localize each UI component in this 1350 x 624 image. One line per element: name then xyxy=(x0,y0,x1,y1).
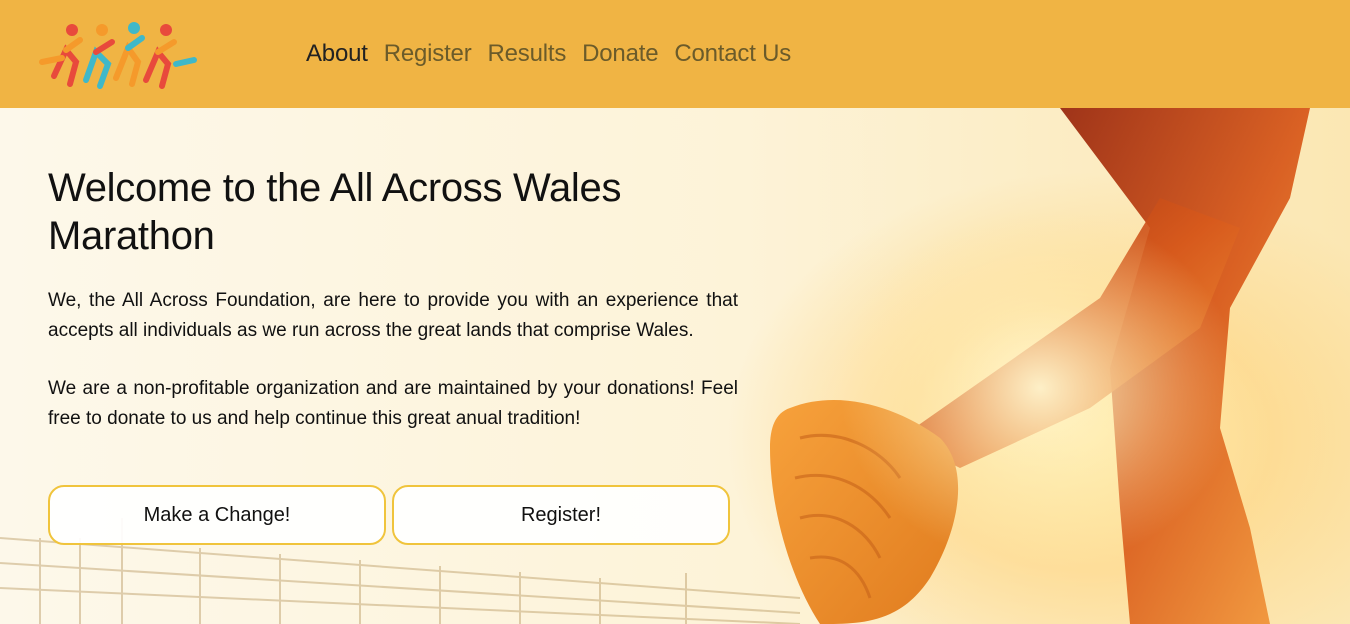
site-header: About Register Results Donate Contact Us xyxy=(0,0,1350,108)
hero-content: Welcome to the All Across Wales Marathon… xyxy=(48,164,738,434)
nav-donate[interactable]: Donate xyxy=(582,38,658,70)
register-button[interactable]: Register! xyxy=(392,485,730,545)
page-title: Welcome to the All Across Wales Marathon xyxy=(48,166,622,258)
nav-contact-us[interactable]: Contact Us xyxy=(674,38,791,70)
runners-logo-icon[interactable] xyxy=(36,14,198,94)
main-nav: About Register Results Donate Contact Us xyxy=(306,38,791,70)
cta-buttons: Make a Change! Register! xyxy=(48,485,730,545)
donation-paragraph: We are a non-profitable organization and… xyxy=(48,378,738,429)
nav-about[interactable]: About xyxy=(306,38,368,70)
make-a-change-button[interactable]: Make a Change! xyxy=(48,485,386,545)
intro-paragraph: We, the All Across Foundation, are here … xyxy=(48,290,738,341)
nav-results[interactable]: Results xyxy=(488,38,567,70)
nav-register[interactable]: Register xyxy=(384,38,472,70)
